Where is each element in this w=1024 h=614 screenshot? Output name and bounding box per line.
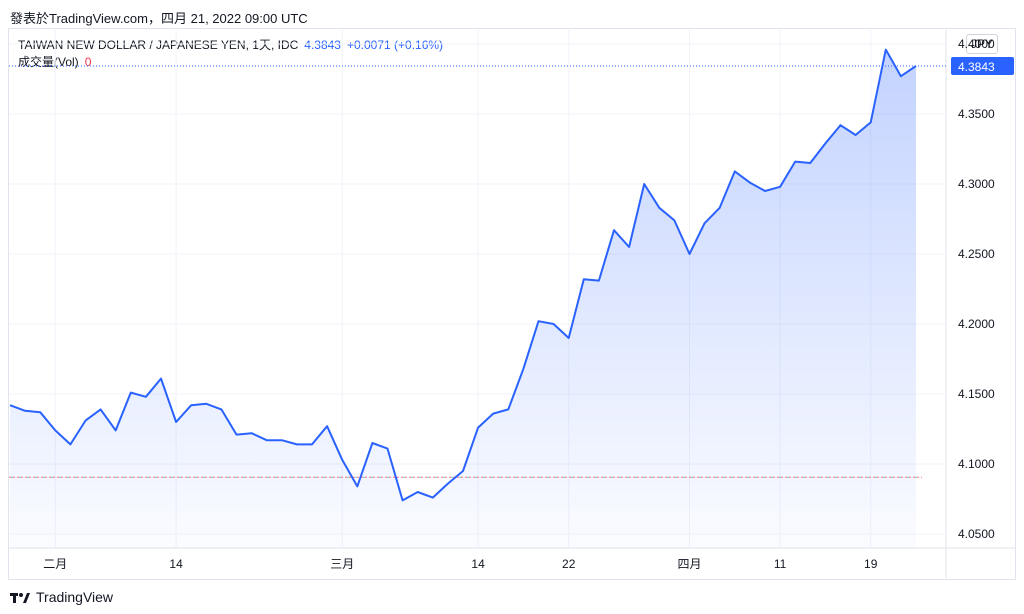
- footer: TradingView: [10, 589, 113, 605]
- x-tick-label: 11: [774, 557, 787, 571]
- x-tick-label: 19: [864, 557, 878, 571]
- last-price-tag-label: 4.3843: [958, 60, 995, 74]
- y-tick-label: 4.1000: [958, 457, 995, 471]
- y-tick-label: 4.1500: [958, 387, 995, 401]
- y-tick-label: 4.0500: [958, 527, 995, 541]
- x-tick-label: 四月: [677, 557, 701, 571]
- y-tick-label: 4.4000: [958, 37, 995, 51]
- y-tick-label: 4.2500: [958, 247, 995, 261]
- y-tick-label: 4.2000: [958, 317, 995, 331]
- y-tick-label: 4.3500: [958, 107, 995, 121]
- x-tick-label: 三月: [330, 557, 354, 571]
- x-tick-label: 14: [169, 557, 183, 571]
- price-chart[interactable]: 4.0500 4.1000 4.1500 4.2000 4.2500 4.3000 4.35…: [0, 0, 1024, 614]
- tradingview-logo-icon[interactable]: [10, 591, 30, 603]
- y-tick-label: 4.3000: [958, 177, 995, 191]
- x-tick-label: 二月: [43, 557, 67, 571]
- x-tick-label: 14: [471, 557, 485, 571]
- footer-brand[interactable]: TradingView: [36, 589, 113, 605]
- x-tick-label: 22: [562, 557, 576, 571]
